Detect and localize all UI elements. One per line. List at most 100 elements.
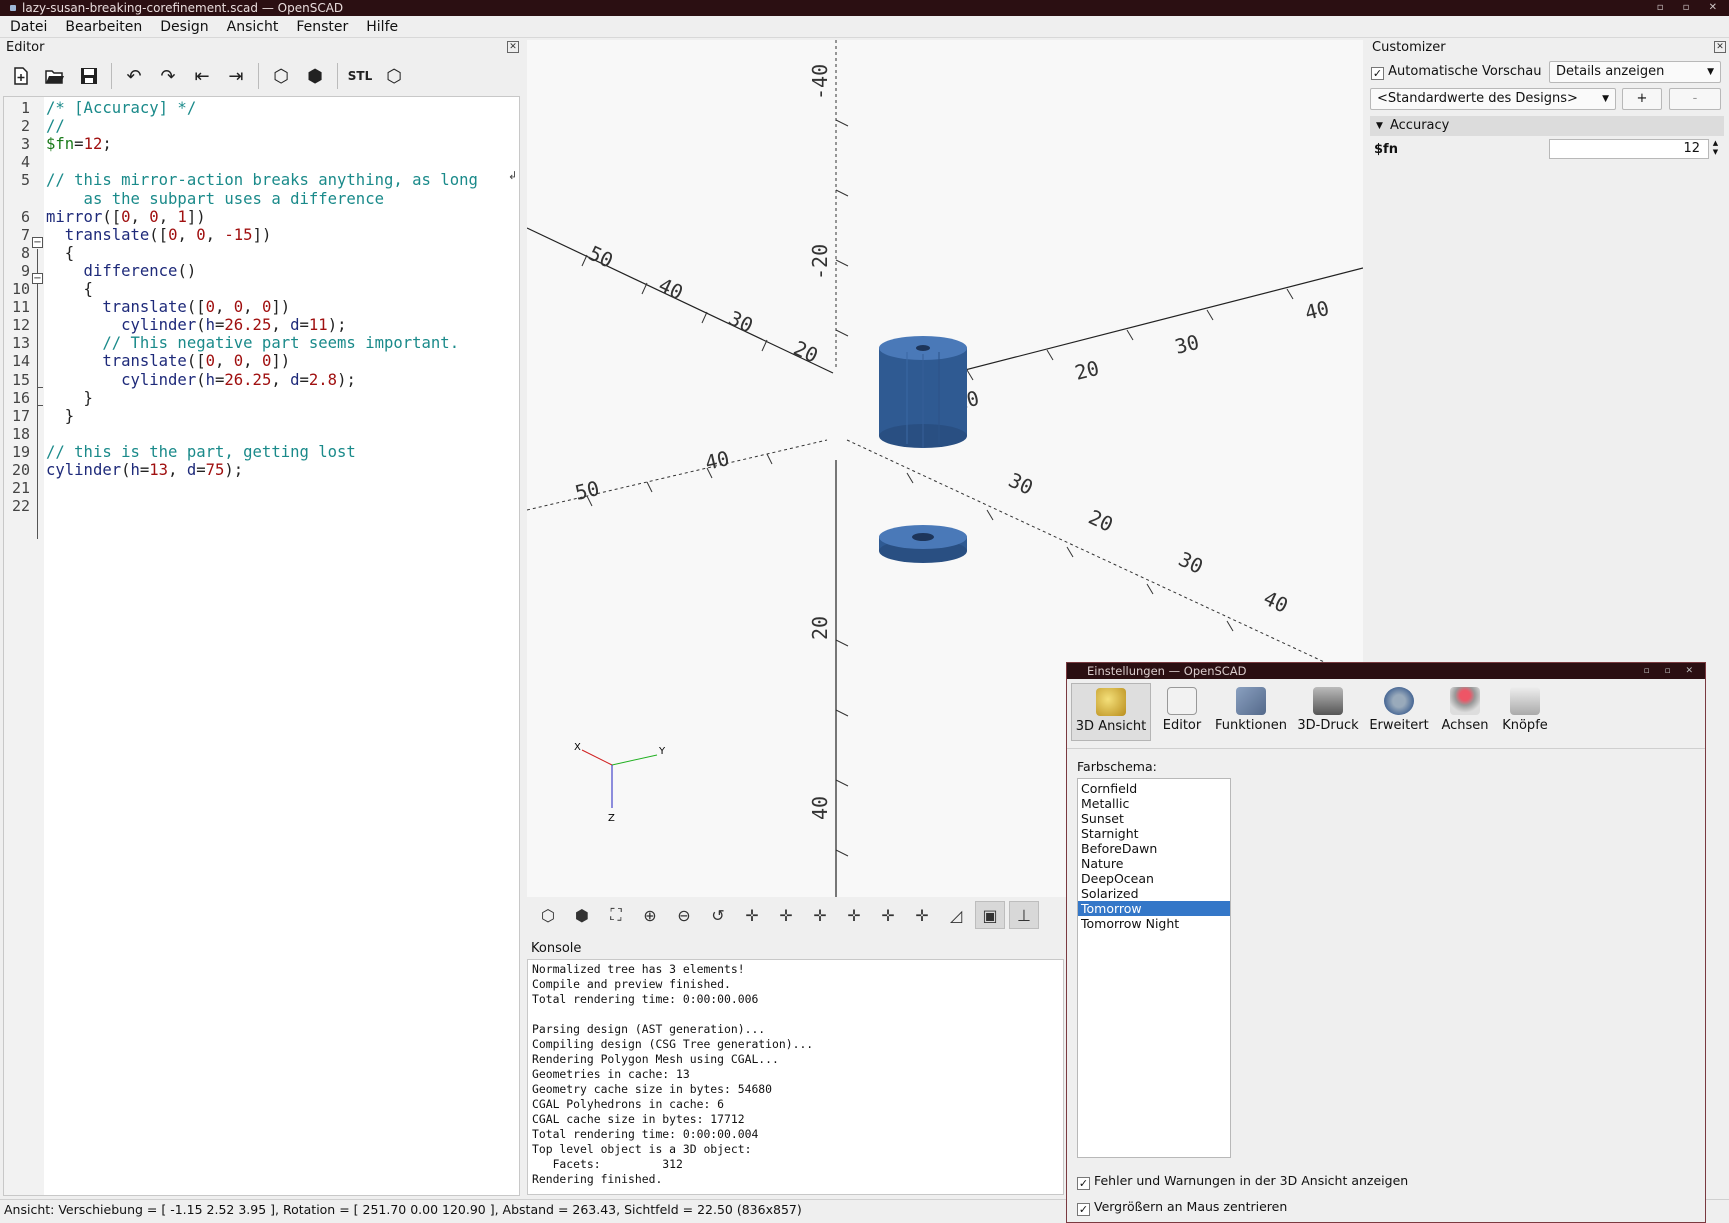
window-controls[interactable]: ▫ ▫ ✕	[1657, 0, 1725, 16]
orthogonal-icon[interactable]: ▣	[975, 901, 1005, 929]
view-front-icon[interactable]: ✛	[873, 901, 903, 929]
menu-fenster[interactable]: Fenster	[286, 16, 356, 35]
zoom-center-checkbox[interactable]: ✓ Vergrößern an Maus zentrieren	[1077, 1199, 1287, 1216]
code-line[interactable]: //	[46, 117, 65, 135]
view-top-icon[interactable]: ✛	[771, 901, 801, 929]
view-back-icon[interactable]: ✛	[907, 901, 937, 929]
undo-icon[interactable]: ↶	[119, 62, 149, 90]
code-line[interactable]: {	[46, 280, 93, 298]
customizer-title: Customizer	[1372, 40, 1446, 55]
view-right-icon[interactable]: ✛	[737, 901, 767, 929]
tab-advanced[interactable]: Erweitert	[1367, 683, 1431, 741]
render-icon[interactable]: ⬢	[300, 62, 330, 90]
view-left-icon[interactable]: ✛	[839, 901, 869, 929]
color-scheme-item[interactable]: DeepOcean	[1078, 871, 1230, 886]
show-axes-icon[interactable]: ⊥	[1009, 901, 1039, 929]
code-line[interactable]: difference()	[46, 262, 197, 280]
preview-icon[interactable]: ⬡	[266, 62, 296, 90]
menu-design[interactable]: Design	[150, 16, 216, 35]
line-number: 10	[11, 280, 30, 298]
new-file-icon[interactable]	[6, 62, 36, 90]
color-scheme-item[interactable]: Metallic	[1078, 796, 1230, 811]
code-line[interactable]: $fn=12;	[46, 135, 112, 153]
checkbox-icon[interactable]: ✓	[1077, 1203, 1090, 1216]
code-line[interactable]: /* [Accuracy] */	[46, 99, 196, 117]
export-stl-icon[interactable]: STL	[345, 62, 375, 90]
color-scheme-item[interactable]: BeforeDawn	[1078, 841, 1230, 856]
code-line[interactable]: translate([0, 0, 0])	[46, 298, 290, 316]
fold-marker[interactable]: −	[32, 237, 43, 248]
details-combo[interactable]: Details anzeigen ▼	[1549, 61, 1721, 83]
menu-ansicht[interactable]: Ansicht	[217, 16, 287, 35]
color-scheme-item[interactable]: Tomorrow	[1078, 901, 1230, 916]
checkbox-icon[interactable]: ✓	[1077, 1177, 1090, 1190]
zoom-all-icon[interactable]: ⛶	[601, 901, 631, 929]
color-scheme-list[interactable]: Cornfield Metallic Sunset Starnight BeforeDa…	[1077, 778, 1231, 1158]
code-line[interactable]: }	[46, 407, 74, 425]
indent-icon[interactable]: ⇥	[221, 62, 251, 90]
code-line[interactable]: as the subpart uses a difference	[46, 190, 384, 208]
tab-buttons[interactable]: Knöpfe	[1499, 683, 1551, 741]
send-to-print-icon[interactable]: ⬡	[379, 62, 409, 90]
code-line[interactable]: translate([0, 0, 0])	[46, 352, 290, 370]
spin-arrows-icon[interactable]: ▲ ▼	[1709, 139, 1722, 159]
menu-datei[interactable]: Datei	[0, 16, 55, 35]
code-line[interactable]: mirror([0, 0, 1])	[46, 208, 206, 226]
disc-model[interactable]	[879, 525, 967, 563]
param-spinbox[interactable]: 12	[1549, 139, 1709, 159]
code-line[interactable]: translate([0, 0, -15])	[46, 226, 272, 244]
tab-axes[interactable]: Achsen	[1437, 683, 1493, 741]
render-icon[interactable]: ⬢	[567, 901, 597, 929]
group-header-accuracy[interactable]: ▼ Accuracy	[1370, 116, 1724, 136]
code-line[interactable]: // this mirror-action breaks anything, a…	[46, 171, 478, 189]
code-line[interactable]: cylinder(h=26.25, d=2.8);	[46, 371, 356, 389]
code-editor[interactable]: 1 2 3 4 5 6 7 8 9 10 11 12 13 14 15 16 17 18 19 20 21 22 /* […	[3, 96, 520, 1196]
color-scheme-item[interactable]: Cornfield	[1078, 781, 1230, 796]
svg-text:40: 40	[655, 273, 687, 305]
code-line[interactable]: // this is the part, getting lost	[46, 443, 356, 461]
axis-line-negative	[526, 439, 828, 511]
checkbox-icon[interactable]: ✓	[1371, 67, 1384, 80]
tab-3d-view[interactable]: 3D Ansicht	[1071, 683, 1151, 741]
customizer-close-icon[interactable]: ✕	[1714, 41, 1726, 53]
reset-view-icon[interactable]: ↺	[703, 901, 733, 929]
preview-icon[interactable]: ⬡	[533, 901, 563, 929]
tab-editor[interactable]: Editor	[1157, 683, 1207, 741]
fold-end	[37, 405, 43, 406]
tab-3d-print[interactable]: 3D-Druck	[1295, 683, 1361, 741]
zoom-out-icon[interactable]: ⊖	[669, 901, 699, 929]
perspective-icon[interactable]: ◿	[941, 901, 971, 929]
save-icon[interactable]	[74, 62, 104, 90]
zoom-in-icon[interactable]: ⊕	[635, 901, 665, 929]
auto-preview-checkbox[interactable]: ✓ Automatische Vorschau	[1371, 64, 1542, 80]
cylinder-model[interactable]	[879, 336, 967, 448]
show-warnings-checkbox[interactable]: ✓ Fehler und Warnungen in der 3D Ansicht…	[1077, 1173, 1408, 1190]
color-scheme-item[interactable]: Starnight	[1078, 826, 1230, 841]
color-scheme-item[interactable]: Nature	[1078, 856, 1230, 871]
code-token: 12	[83, 135, 103, 154]
code-line[interactable]: {	[46, 244, 74, 262]
preset-combo[interactable]: <Standardwerte des Designs> ▼	[1370, 88, 1616, 110]
code-line[interactable]: // This negative part seems important.	[46, 334, 459, 352]
add-preset-button[interactable]: +	[1622, 88, 1662, 110]
editor-close-icon[interactable]: ✕	[507, 41, 519, 53]
menu-hilfe[interactable]: Hilfe	[356, 16, 406, 35]
unindent-icon[interactable]: ⇤	[187, 62, 217, 90]
tab-features[interactable]: Funktionen	[1213, 683, 1289, 741]
code-line[interactable]: cylinder(h=13, d=75);	[46, 461, 243, 479]
fold-marker[interactable]: −	[32, 273, 43, 284]
view-bottom-icon[interactable]: ✛	[805, 901, 835, 929]
color-scheme-item[interactable]: Solarized	[1078, 886, 1230, 901]
code-token: translate	[46, 352, 187, 371]
code-line[interactable]: cylinder(h=26.25, d=11);	[46, 316, 346, 334]
redo-icon[interactable]: ↷	[153, 62, 183, 90]
console-output[interactable]: Normalized tree has 3 elements! Compile a…	[527, 959, 1064, 1195]
dialog-window-controls[interactable]: ▫ ▫ ✕	[1644, 663, 1699, 679]
remove-preset-button[interactable]: -	[1669, 88, 1721, 110]
code-line[interactable]: }	[46, 389, 93, 407]
menu-bearbeiten[interactable]: Bearbeiten	[55, 16, 150, 35]
color-scheme-item[interactable]: Sunset	[1078, 811, 1230, 826]
line-number: 20	[11, 461, 30, 479]
color-scheme-item[interactable]: Tomorrow Night	[1078, 916, 1230, 931]
open-file-icon[interactable]	[40, 62, 70, 90]
